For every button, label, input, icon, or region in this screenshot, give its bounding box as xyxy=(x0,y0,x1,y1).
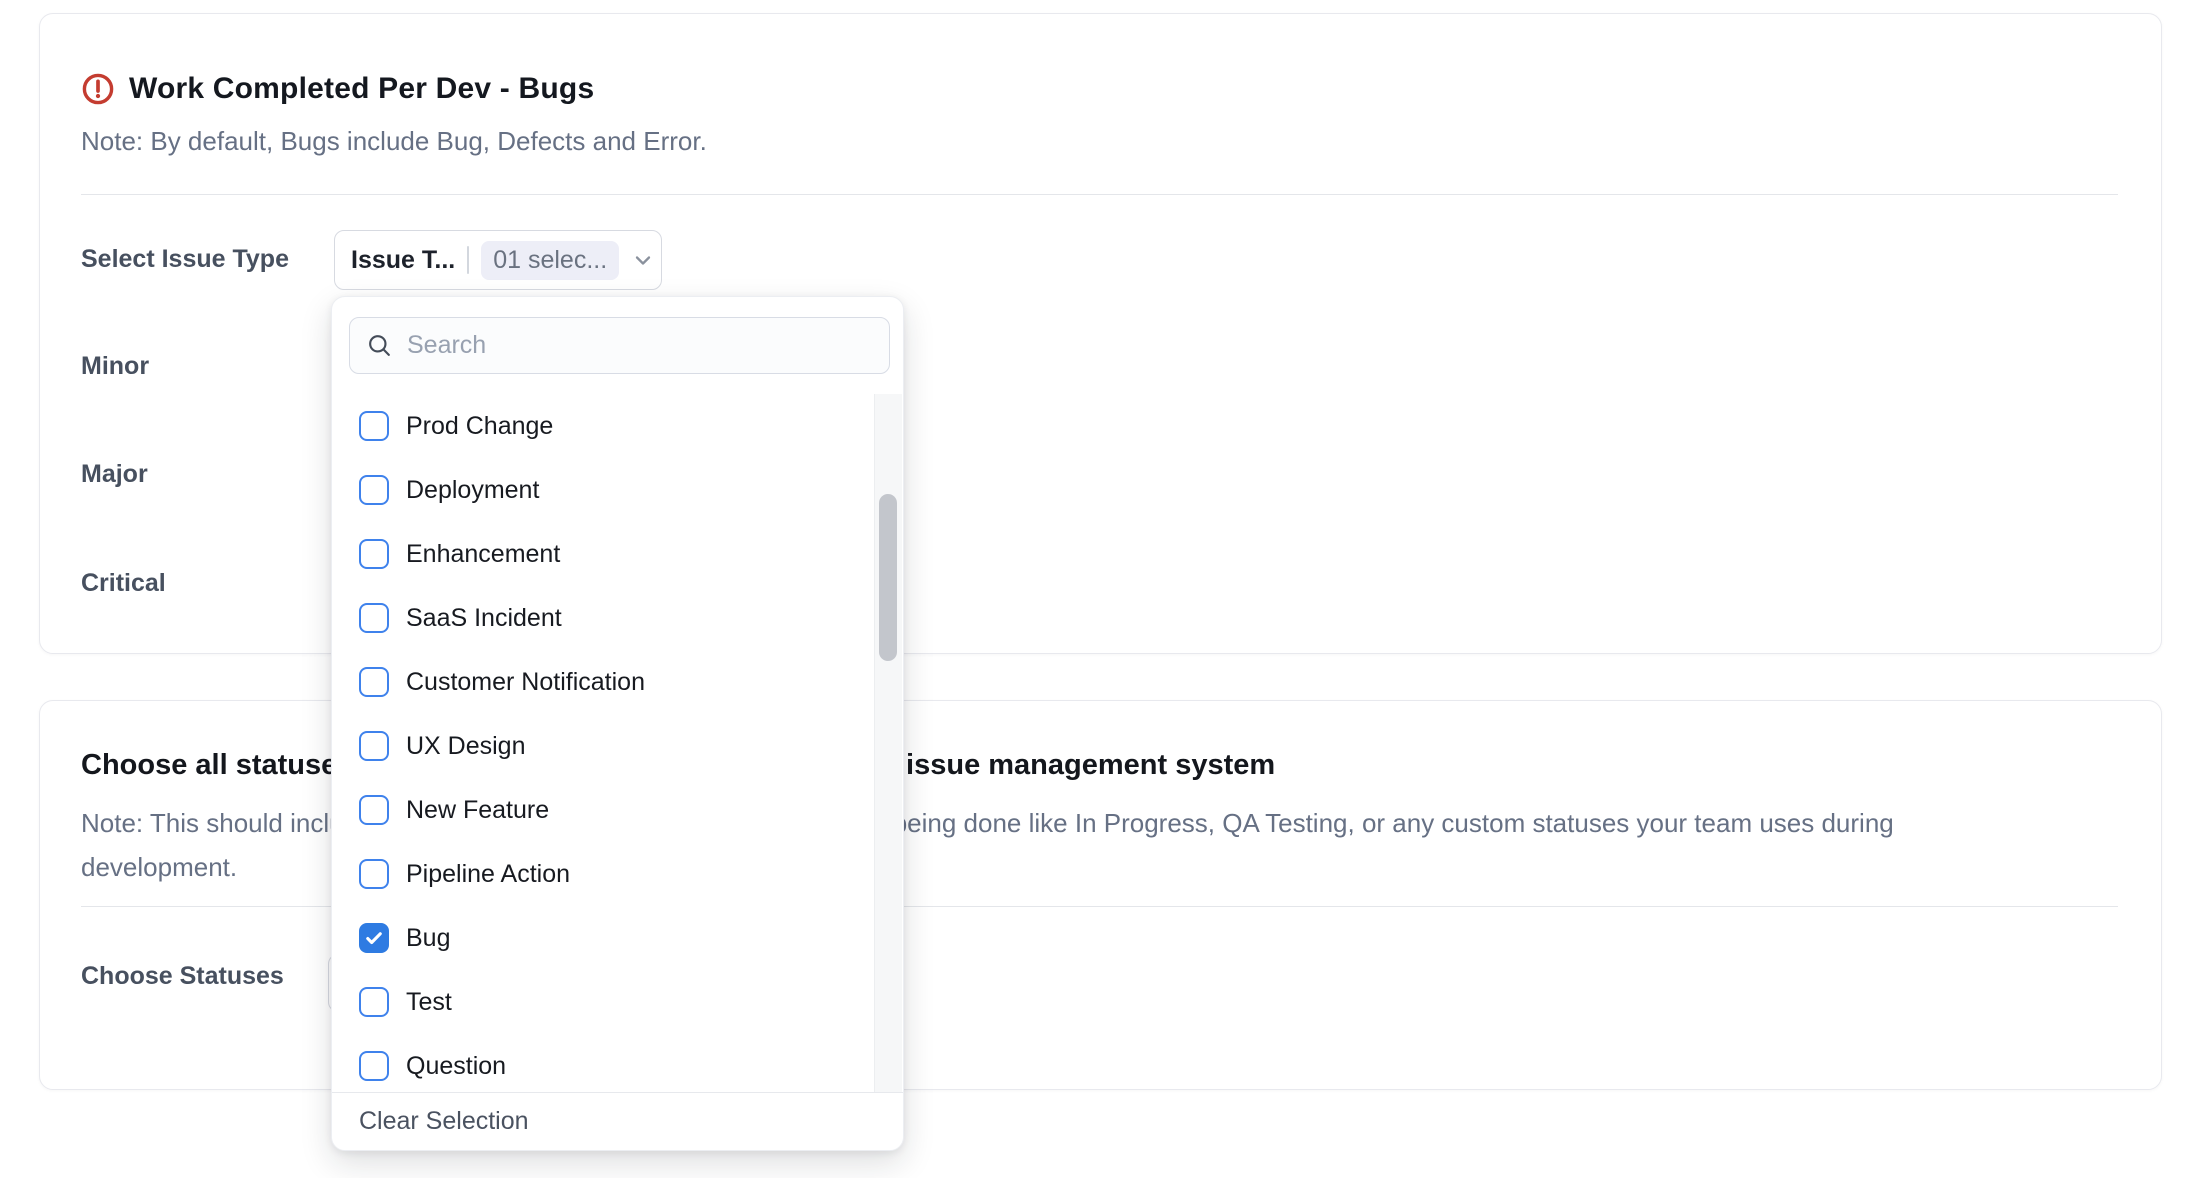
checkbox-icon[interactable] xyxy=(359,411,389,441)
issue-type-dropdown-panel: Prod Change Deployment Enhancement SaaS Inc… xyxy=(331,296,904,1151)
select-issue-type-label: Select Issue Type xyxy=(81,245,289,274)
severity-label-critical: Critical xyxy=(81,569,166,598)
issue-type-option-label: Customer Notification xyxy=(406,668,645,697)
checkbox-icon[interactable] xyxy=(359,603,389,633)
search-box xyxy=(349,317,890,374)
checkbox-checked-icon[interactable] xyxy=(359,923,389,953)
vertical-separator xyxy=(467,246,469,274)
issue-type-option[interactable]: Test xyxy=(332,970,903,1034)
issue-type-option[interactable]: Pipeline Action xyxy=(332,842,903,906)
scrollbar-track[interactable] xyxy=(874,394,902,1094)
checkbox-icon[interactable] xyxy=(359,859,389,889)
issue-type-option-label: SaaS Incident xyxy=(406,604,562,633)
issue-type-option-label: UX Design xyxy=(406,732,526,761)
issue-type-option-label: Question xyxy=(406,1052,506,1081)
issue-type-option[interactable]: Deployment xyxy=(332,458,903,522)
issue-type-option[interactable]: Bug xyxy=(332,906,903,970)
checkbox-icon[interactable] xyxy=(359,539,389,569)
issue-type-option[interactable]: UX Design xyxy=(332,714,903,778)
issue-type-list: Prod Change Deployment Enhancement SaaS Inc… xyxy=(332,394,903,1092)
search-icon xyxy=(366,332,393,359)
issue-type-option[interactable]: Question xyxy=(332,1034,903,1092)
issue-type-option-label: Pipeline Action xyxy=(406,860,570,889)
severity-label-minor: Minor xyxy=(81,352,149,381)
checkbox-icon[interactable] xyxy=(359,987,389,1017)
note-line-2: development. xyxy=(81,852,237,882)
settings-page: Work Completed Per Dev - Bugs Note: By d… xyxy=(0,0,2202,1178)
issue-type-option[interactable]: New Feature xyxy=(332,778,903,842)
checkbox-icon[interactable] xyxy=(359,475,389,505)
issue-type-option-label: Enhancement xyxy=(406,540,560,569)
clear-selection-button[interactable]: Clear Selection xyxy=(359,1107,529,1136)
checkbox-icon[interactable] xyxy=(359,667,389,697)
issue-type-option-label: Deployment xyxy=(406,476,539,505)
issue-type-dropdown-button[interactable]: Issue T... 01 selec... xyxy=(334,230,662,290)
choose-statuses-label: Choose Statuses xyxy=(81,962,284,991)
alert-circle-icon xyxy=(81,72,115,106)
issue-type-option-label: Bug xyxy=(406,924,450,953)
issue-type-option[interactable]: Enhancement xyxy=(332,522,903,586)
issue-type-option[interactable]: SaaS Incident xyxy=(332,586,903,650)
issue-type-option-label: Test xyxy=(406,988,452,1017)
issue-type-option[interactable]: Prod Change xyxy=(332,394,903,458)
card-header: Work Completed Per Dev - Bugs xyxy=(81,72,594,106)
issue-type-option[interactable]: Customer Notification xyxy=(332,650,903,714)
checkbox-icon[interactable] xyxy=(359,1051,389,1081)
dropdown-button-label: Issue T... xyxy=(351,246,455,275)
issue-type-option-label: New Feature xyxy=(406,796,549,825)
checkbox-icon[interactable] xyxy=(359,731,389,761)
page-title: Work Completed Per Dev - Bugs xyxy=(129,72,594,106)
severity-label-major: Major xyxy=(81,460,148,489)
search-input[interactable] xyxy=(407,331,873,360)
scrollbar-thumb[interactable] xyxy=(879,494,897,661)
dropdown-footer: Clear Selection xyxy=(332,1092,903,1150)
card-note: Note: By default, Bugs include Bug, Defe… xyxy=(81,126,707,157)
issue-type-option-label: Prod Change xyxy=(406,412,553,441)
checkbox-icon[interactable] xyxy=(359,795,389,825)
selected-count-badge: 01 selec... xyxy=(481,241,619,280)
chevron-down-icon xyxy=(631,248,655,272)
divider xyxy=(81,194,2118,195)
